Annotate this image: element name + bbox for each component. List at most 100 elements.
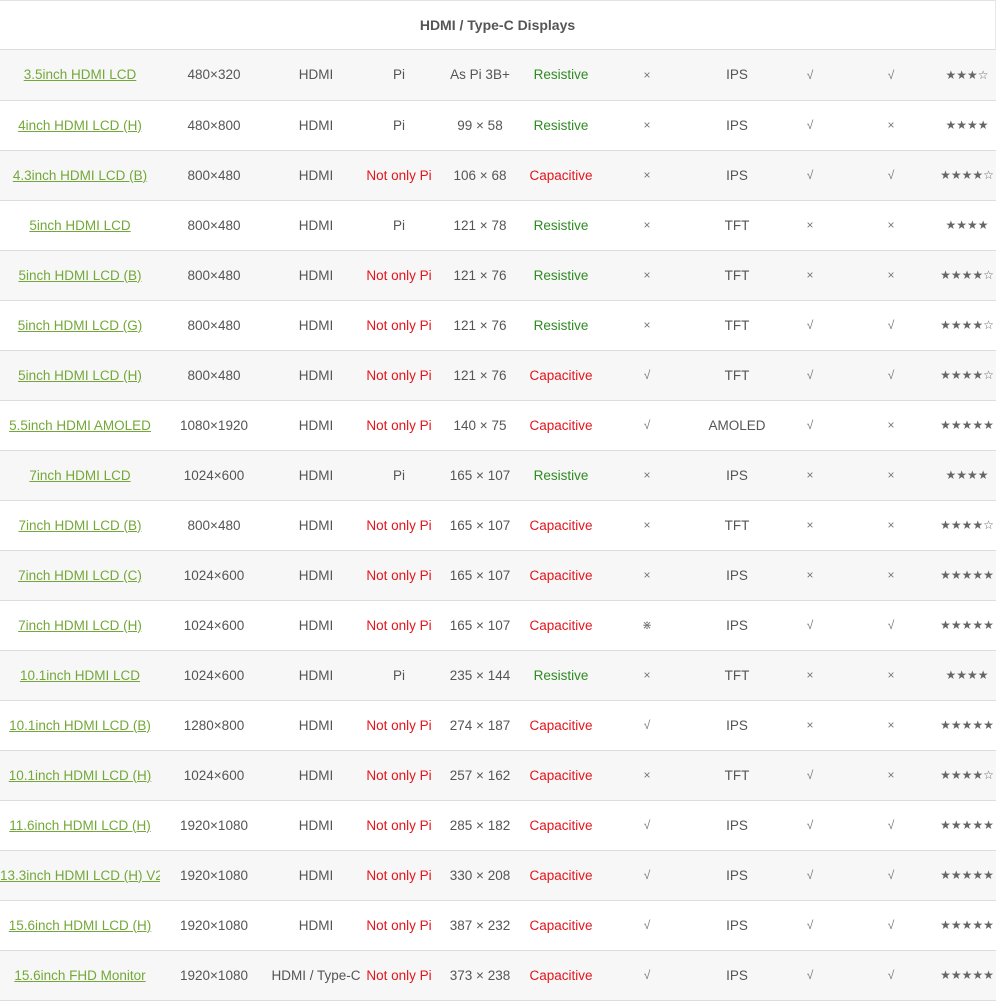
table-row: 10.1inch HDMI LCD 1024×600 HDMI Pi 235 × 144… <box>0 650 996 701</box>
product-link[interactable]: 5inch HDMI LCD (B) <box>18 268 141 283</box>
compatibility-cell: Not only Pi <box>364 250 434 301</box>
displays-table-container: HDMI / Type-C Displays 3.5inch HDMI LCD 4… <box>0 0 996 1001</box>
table-row: 4.3inch HDMI LCD (B) 800×480 HDMI Not only … <box>0 150 996 201</box>
touch-type-cell: Resistive <box>526 300 596 351</box>
outline-size-cell: 121 × 76 <box>434 250 526 301</box>
panel-type-cell: TFT <box>698 650 776 701</box>
interface-cell: HDMI <box>268 400 364 451</box>
touch-type-cell: Capacitive <box>526 350 596 401</box>
rating-cell: ★★★★☆ <box>938 300 996 351</box>
product-link[interactable]: 15.6inch HDMI LCD (H) <box>9 918 152 933</box>
product-name-cell: 15.6inch FHD Monitor <box>0 950 160 1001</box>
outline-size-cell: 285 × 182 <box>434 800 526 851</box>
product-link[interactable]: 7inch HDMI LCD (B) <box>18 518 141 533</box>
touch-type-cell: Resistive <box>526 450 596 501</box>
outline-size-cell: 99 × 58 <box>434 100 526 151</box>
outline-size-cell: 121 × 76 <box>434 300 526 351</box>
product-name-cell: 7inch HDMI LCD (H) <box>0 600 160 651</box>
feature-cell: × <box>596 300 698 351</box>
product-link[interactable]: 5inch HDMI LCD (G) <box>18 318 143 333</box>
compatibility-cell: Not only Pi <box>364 850 434 901</box>
product-link[interactable]: 5inch HDMI LCD <box>29 218 130 233</box>
touch-type-cell: Resistive <box>526 650 596 701</box>
feature-cell: √ <box>596 400 698 451</box>
product-name-cell: 13.3inch HDMI LCD (H) V2 <box>0 850 160 901</box>
interface-cell: HDMI / Type-C <box>268 950 364 1001</box>
feature-cell: √ <box>776 800 844 851</box>
product-link[interactable]: 4inch HDMI LCD (H) <box>18 118 142 133</box>
touch-type-cell: Capacitive <box>526 550 596 601</box>
product-link[interactable]: 10.1inch HDMI LCD <box>20 668 140 683</box>
outline-size-cell: 165 × 107 <box>434 500 526 551</box>
interface-cell: HDMI <box>268 200 364 251</box>
interface-cell: HDMI <box>268 850 364 901</box>
feature-cell: √ <box>844 50 938 101</box>
product-name-cell: 5.5inch HDMI AMOLED <box>0 400 160 451</box>
table-row: 11.6inch HDMI LCD (H) 1920×1080 HDMI Not on… <box>0 800 996 851</box>
outline-size-cell: 121 × 76 <box>434 350 526 401</box>
interface-cell: HDMI <box>268 800 364 851</box>
table-row: 13.3inch HDMI LCD (H) V2 1920×1080 HDMI Not… <box>0 850 996 901</box>
compatibility-cell: Not only Pi <box>364 150 434 201</box>
feature-cell: √ <box>776 600 844 651</box>
product-name-cell: 15.6inch HDMI LCD (H) <box>0 900 160 951</box>
feature-cell: √ <box>844 600 938 651</box>
panel-type-cell: IPS <box>698 900 776 951</box>
rating-cell: ★★★★★ <box>938 600 996 651</box>
compatibility-cell: Pi <box>364 50 434 101</box>
feature-cell: √ <box>776 300 844 351</box>
interface-cell: HDMI <box>268 50 364 101</box>
outline-size-cell: 121 × 78 <box>434 200 526 251</box>
panel-type-cell: IPS <box>698 100 776 151</box>
rating-cell: ★★★★ <box>938 200 996 251</box>
compatibility-cell: Pi <box>364 450 434 501</box>
product-link[interactable]: 7inch HDMI LCD (C) <box>18 568 142 583</box>
product-name-cell: 5inch HDMI LCD (H) <box>0 350 160 401</box>
table-row: 5inch HDMI LCD (H) 800×480 HDMI Not only Pi… <box>0 350 996 401</box>
touch-type-cell: Capacitive <box>526 400 596 451</box>
product-link[interactable]: 13.3inch HDMI LCD (H) V2 <box>0 868 160 883</box>
product-name-cell: 7inch HDMI LCD <box>0 450 160 501</box>
interface-cell: HDMI <box>268 300 364 351</box>
compatibility-cell: Pi <box>364 200 434 251</box>
feature-cell: × <box>776 250 844 301</box>
table-row: 7inch HDMI LCD 1024×600 HDMI Pi 165 × 107 Res… <box>0 450 996 501</box>
product-link[interactable]: 7inch HDMI LCD <box>29 468 130 483</box>
resolution-cell: 1280×800 <box>160 700 268 751</box>
touch-type-cell: Capacitive <box>526 850 596 901</box>
product-name-cell: 4inch HDMI LCD (H) <box>0 100 160 151</box>
feature-cell: × <box>776 500 844 551</box>
resolution-cell: 1024×600 <box>160 450 268 501</box>
compatibility-cell: Pi <box>364 650 434 701</box>
feature-cell: × <box>776 450 844 501</box>
feature-cell: × <box>596 50 698 101</box>
resolution-cell: 800×480 <box>160 300 268 351</box>
product-link[interactable]: 4.3inch HDMI LCD (B) <box>13 168 147 183</box>
resolution-cell: 800×480 <box>160 250 268 301</box>
feature-cell: √ <box>776 750 844 801</box>
rating-cell: ★★★★★ <box>938 400 996 451</box>
resolution-cell: 1024×600 <box>160 750 268 801</box>
outline-size-cell: 373 × 238 <box>434 950 526 1001</box>
product-link[interactable]: 15.6inch FHD Monitor <box>14 968 145 983</box>
feature-cell: × <box>596 150 698 201</box>
touch-type-cell: Resistive <box>526 100 596 151</box>
touch-type-cell: Capacitive <box>526 150 596 201</box>
product-link[interactable]: 10.1inch HDMI LCD (H) <box>9 768 152 783</box>
table-row: 4inch HDMI LCD (H) 480×800 HDMI Pi 99 × 58 Re… <box>0 100 996 151</box>
panel-type-cell: TFT <box>698 300 776 351</box>
interface-cell: HDMI <box>268 450 364 501</box>
product-name-cell: 5inch HDMI LCD (B) <box>0 250 160 301</box>
touch-type-cell: Capacitive <box>526 700 596 751</box>
feature-cell: ⋇ <box>596 600 698 651</box>
product-link[interactable]: 11.6inch HDMI LCD (H) <box>9 818 151 833</box>
product-name-cell: 10.1inch HDMI LCD (B) <box>0 700 160 751</box>
feature-cell: × <box>776 550 844 601</box>
product-link[interactable]: 7inch HDMI LCD (H) <box>18 618 142 633</box>
rating-cell: ★★★★★ <box>938 900 996 951</box>
product-link[interactable]: 5inch HDMI LCD (H) <box>18 368 142 383</box>
table-title: HDMI / Type-C Displays <box>419 17 576 33</box>
product-link[interactable]: 3.5inch HDMI LCD <box>24 67 137 82</box>
product-link[interactable]: 10.1inch HDMI LCD (B) <box>9 718 151 733</box>
product-link[interactable]: 5.5inch HDMI AMOLED <box>9 418 151 433</box>
